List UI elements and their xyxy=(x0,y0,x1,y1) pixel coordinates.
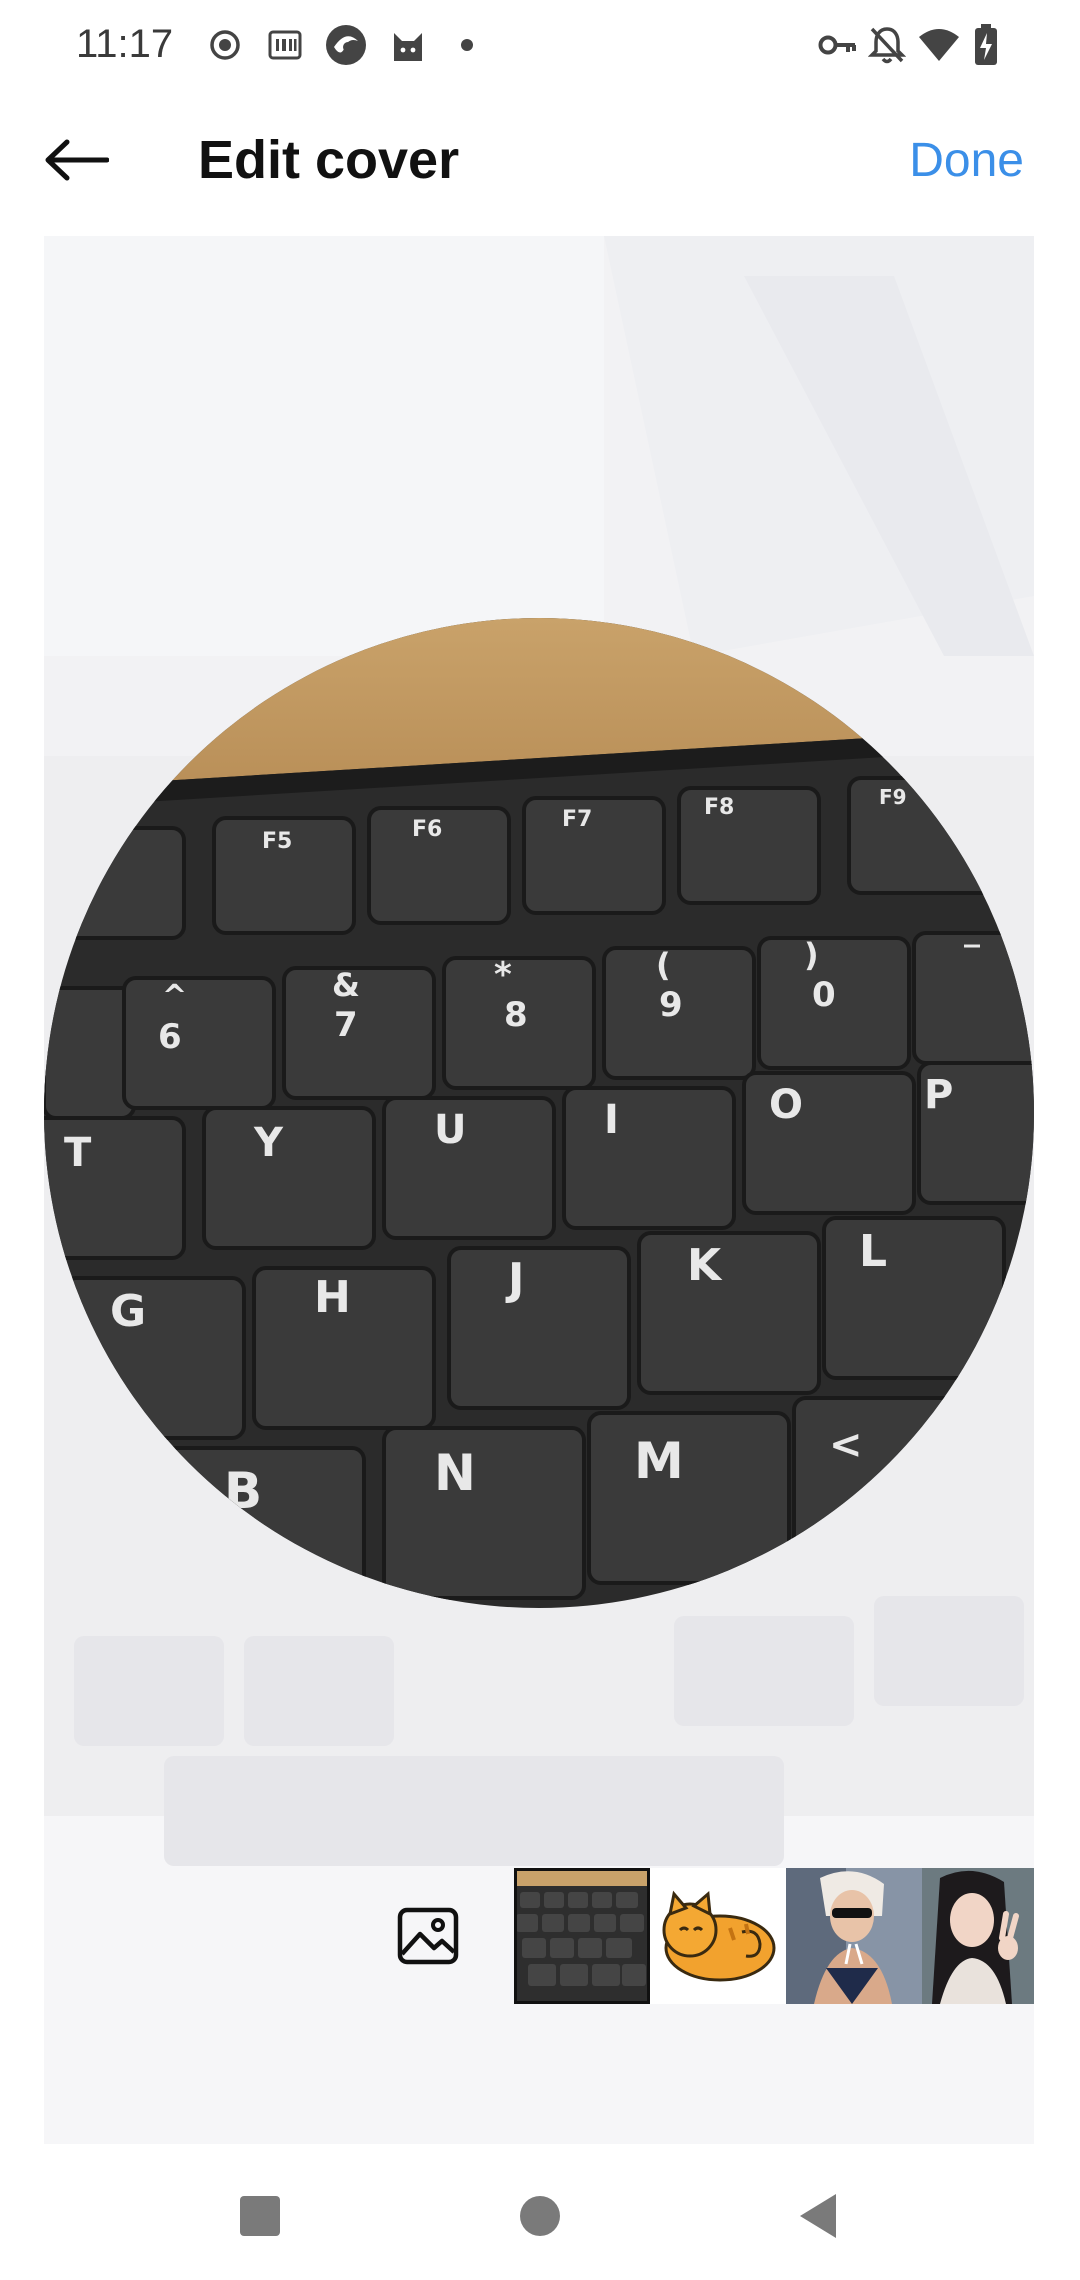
cat-app-icon xyxy=(388,20,428,70)
back-button[interactable] xyxy=(38,122,114,198)
cover-editor[interactable]: F5 F6 F7 F8 F9 ^ 6 & 7 * 8 ( 9 ) 0 _ T Y… xyxy=(44,236,1034,2144)
crop-circle[interactable]: F5 F6 F7 F8 F9 ^ 6 & 7 * 8 ( 9 ) 0 _ T Y… xyxy=(44,618,1034,1608)
svg-text:^: ^ xyxy=(162,979,187,1014)
image-icon xyxy=(397,1907,459,1965)
svg-text:_: _ xyxy=(964,910,980,948)
svg-text:T: T xyxy=(64,1130,92,1176)
svg-text:F6: F6 xyxy=(412,817,442,842)
svg-text:N: N xyxy=(434,1444,476,1502)
svg-text:8: 8 xyxy=(504,995,528,1035)
svg-text:L: L xyxy=(859,1226,887,1277)
key-icon xyxy=(818,20,858,70)
home-button[interactable] xyxy=(510,2186,570,2246)
svg-text:F7: F7 xyxy=(562,807,592,832)
thumb-woman-peace-sign[interactable] xyxy=(922,1868,1034,2004)
svg-text:6: 6 xyxy=(158,1017,182,1057)
status-time: 11:17 xyxy=(76,22,174,66)
svg-text:): ) xyxy=(804,936,819,974)
svg-text:F8: F8 xyxy=(704,795,734,820)
svg-text:U: U xyxy=(434,1107,466,1153)
status-bar: 11:17 xyxy=(0,0,1080,90)
back-icon xyxy=(800,2194,836,2238)
screen: 11:17 Edit cover Done F5 F6 F7 F8 F9 ^ 6… xyxy=(0,0,1080,2280)
dot-icon xyxy=(460,20,474,70)
iqiyi-icon xyxy=(268,20,302,70)
svg-text:<: < xyxy=(829,1422,863,1468)
thumbnail-strip xyxy=(0,1868,1080,2008)
thumb-cat-image xyxy=(650,1868,786,2004)
svg-text:K: K xyxy=(687,1240,723,1291)
wifi-icon xyxy=(918,20,960,70)
svg-text:M: M xyxy=(634,1432,684,1490)
svg-text:0: 0 xyxy=(812,975,836,1015)
record-icon xyxy=(208,20,242,70)
svg-text:7: 7 xyxy=(334,1005,358,1045)
keyboard-photo: F5 F6 F7 F8 F9 ^ 6 & 7 * 8 ( 9 ) 0 _ T Y… xyxy=(44,618,1034,1608)
svg-text:(: ( xyxy=(656,946,671,984)
recent-apps-icon xyxy=(240,2196,280,2236)
nav-back-button[interactable] xyxy=(788,2186,848,2246)
svg-text:F5: F5 xyxy=(262,829,292,854)
recent-apps-button[interactable] xyxy=(230,2186,290,2246)
battery-charging-icon xyxy=(974,20,998,70)
svg-text:J: J xyxy=(505,1254,524,1305)
thumb-keyboard-image xyxy=(514,1868,650,2004)
svg-text:9: 9 xyxy=(659,985,683,1025)
browser-icon xyxy=(324,20,368,70)
bell-off-icon xyxy=(868,20,906,70)
svg-text:I: I xyxy=(604,1097,619,1143)
svg-text:&: & xyxy=(332,966,360,1004)
thumb-woman-sunglasses[interactable] xyxy=(786,1868,922,2004)
thumb-woman-peace-image xyxy=(922,1868,1034,2004)
svg-text:O: O xyxy=(769,1082,803,1128)
arrow-left-icon xyxy=(45,139,109,181)
svg-text:F9: F9 xyxy=(879,785,907,809)
done-button[interactable]: Done xyxy=(909,130,1024,192)
svg-text:H: H xyxy=(314,1272,351,1323)
svg-text:Y: Y xyxy=(253,1120,284,1166)
header: Edit cover Done xyxy=(0,100,1080,220)
thumb-keyboard[interactable] xyxy=(514,1868,650,2004)
svg-text:*: * xyxy=(494,955,512,995)
home-icon xyxy=(520,2196,560,2236)
svg-text:G: G xyxy=(110,1286,146,1337)
gallery-button[interactable] xyxy=(360,1868,496,2004)
thumb-woman-sunglasses-image xyxy=(786,1868,922,2004)
page-title: Edit cover xyxy=(198,130,460,190)
thumb-cat-sticker[interactable] xyxy=(650,1868,786,2004)
system-nav-bar xyxy=(0,2146,1080,2280)
svg-text:P: P xyxy=(924,1072,953,1118)
